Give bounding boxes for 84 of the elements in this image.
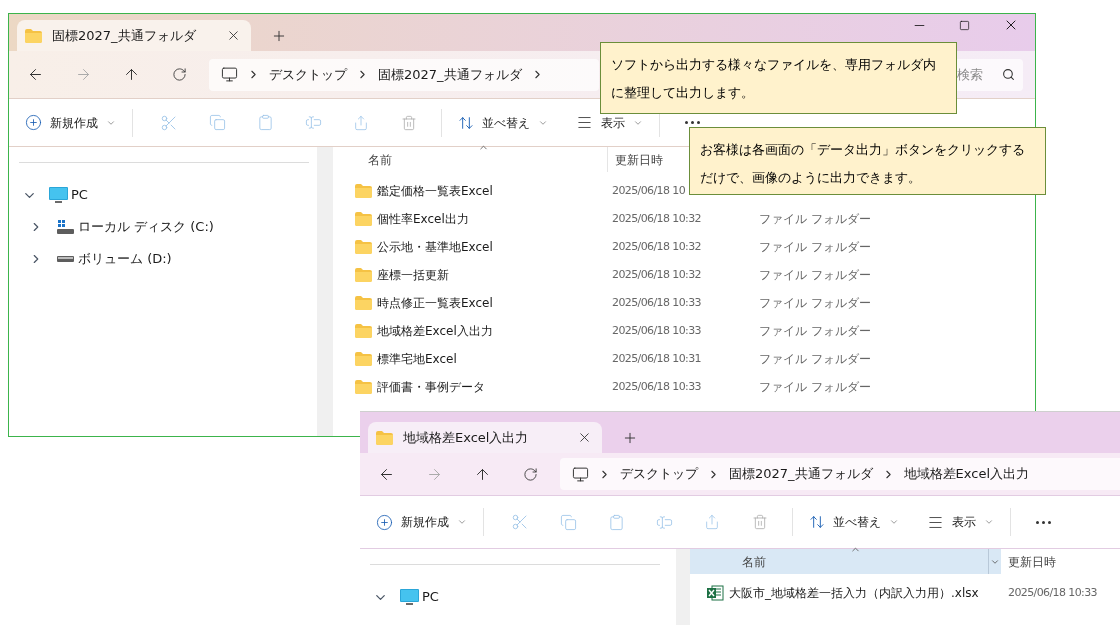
breadcrumb-item[interactable]: デスクトップ [269,64,347,85]
folder-tab[interactable]: 固標2027_共通フォルダ [17,20,251,51]
file-type: ファイル フォルダー [759,267,871,284]
file-type: ファイル フォルダー [759,323,871,340]
file-type: ファイル フォルダー [759,295,871,312]
tab-title: 地域格差Excel入出力 [403,428,529,447]
search-icon [1002,68,1015,81]
modified-date: 2025/06/18 10 [612,182,686,199]
file-name[interactable]: 標準宅地Excel [377,350,457,368]
tree-item[interactable]: PC [422,587,439,607]
callout-note: お客様は各画面の「データ出力」ボタンをクリックするだけで、画像のように出力できます。 [689,127,1046,195]
folder-icon [25,28,42,43]
folder-tab[interactable]: 地域格差Excel入出力 [368,422,602,453]
sort-arrows-icon [809,514,825,530]
file-type: ファイル フォルダー [759,351,871,368]
folder-icon [355,324,372,338]
folder-icon [355,212,372,226]
close-icon[interactable] [577,430,592,445]
callout-note: ソフトから出力する様々なファイルを、専用フォルダ内に整理して出力します。 [600,42,957,114]
modified-date: 2025/06/18 10:31 [612,350,701,367]
caret-icon [457,517,467,527]
column-header[interactable]: 名前 [690,549,988,574]
folder-icon [355,352,372,366]
file-type: ファイル フォルダー [759,211,871,228]
file-name[interactable]: 公示地・基準地Excel [377,238,493,256]
folder-icon [355,240,372,254]
more-icon[interactable] [1035,520,1051,524]
column-header[interactable]: 更新日時 [608,147,663,172]
folder-icon [355,296,372,310]
sort-button[interactable]: 並べ替え [450,112,556,133]
plus-circle-icon [376,513,393,531]
folder-icon [355,268,372,282]
file-name[interactable]: 地域格差Excel入出力 [377,322,493,340]
view-button[interactable]: 表示 [919,512,1002,532]
modified-date: 2025/06/18 10:33 [612,294,701,311]
caret-icon [984,517,994,527]
folder-icon [376,430,393,445]
modified-date: 2025/06/18 10:33 [1008,584,1097,601]
modified-date: 2025/06/18 10:32 [612,266,701,283]
file-name[interactable]: 評価書・事例データ [377,378,485,396]
windows-disk-icon [56,220,74,234]
modified-date: 2025/06/18 10:33 [612,322,701,339]
monitor-icon [48,186,68,204]
spreadsheet-icon [707,585,724,601]
folder-icon [355,380,372,394]
tree-item[interactable]: PC [71,185,88,205]
address-bar[interactable]: デスクトップ 固標2027_共通フォルダ [209,58,599,91]
breadcrumb-item[interactable]: 地域格差Excel入出力 [903,464,1030,484]
file-type: ファイル フォルダー [759,239,871,256]
file-name[interactable]: 時点修正一覧表Excel [377,294,493,312]
column-menu-button[interactable] [988,549,1001,574]
tab-title: 固標2027_共通フォルダ [52,26,196,45]
monitor-icon [572,465,589,483]
folder-icon [355,184,372,198]
column-header[interactable]: 更新日時 [1001,549,1056,574]
plus-circle-icon [25,114,42,131]
tree-item[interactable]: ボリューム (D:) [78,249,172,269]
column-header[interactable]: 名前 [333,147,608,172]
drive-icon [56,256,74,262]
lines-icon [576,114,593,131]
file-name[interactable]: 大阪市_地域格差一括入力（内訳入力用）.xlsx [729,584,979,602]
modified-date: 2025/06/18 10:32 [612,210,701,227]
scrollbar[interactable] [317,147,333,436]
close-icon[interactable] [226,28,241,43]
monitor-icon [399,588,419,606]
view-button[interactable]: 表示 [568,112,651,133]
new-button[interactable]: 新規作成 [21,112,120,133]
breadcrumb-item[interactable]: 固標2027_共通フォルダ [378,64,522,85]
caret-icon [889,517,899,527]
file-name[interactable]: 座標一括更新 [377,266,449,284]
file-type: ファイル フォルダー [759,379,871,396]
sort-button[interactable]: 並べ替え [801,512,907,532]
monitor-icon [221,66,238,83]
more-icon[interactable] [684,121,700,124]
address-bar[interactable]: デスクトップ 固標2027_共通フォルダ 地域格差Excel入出力 [560,458,1120,490]
file-name[interactable]: 個性率Excel出力 [377,210,469,228]
sort-arrows-icon [458,114,474,131]
modified-date: 2025/06/18 10:33 [612,378,701,395]
modified-date: 2025/06/18 10:32 [612,238,701,255]
breadcrumb-item[interactable]: 固標2027_共通フォルダ [729,464,873,484]
file-name[interactable]: 鑑定価格一覧表Excel [377,182,493,200]
breadcrumb-item[interactable]: デスクトップ [620,464,698,484]
tree-item[interactable]: ローカル ディスク (C:) [78,217,214,237]
new-button[interactable]: 新規作成 [372,512,471,532]
